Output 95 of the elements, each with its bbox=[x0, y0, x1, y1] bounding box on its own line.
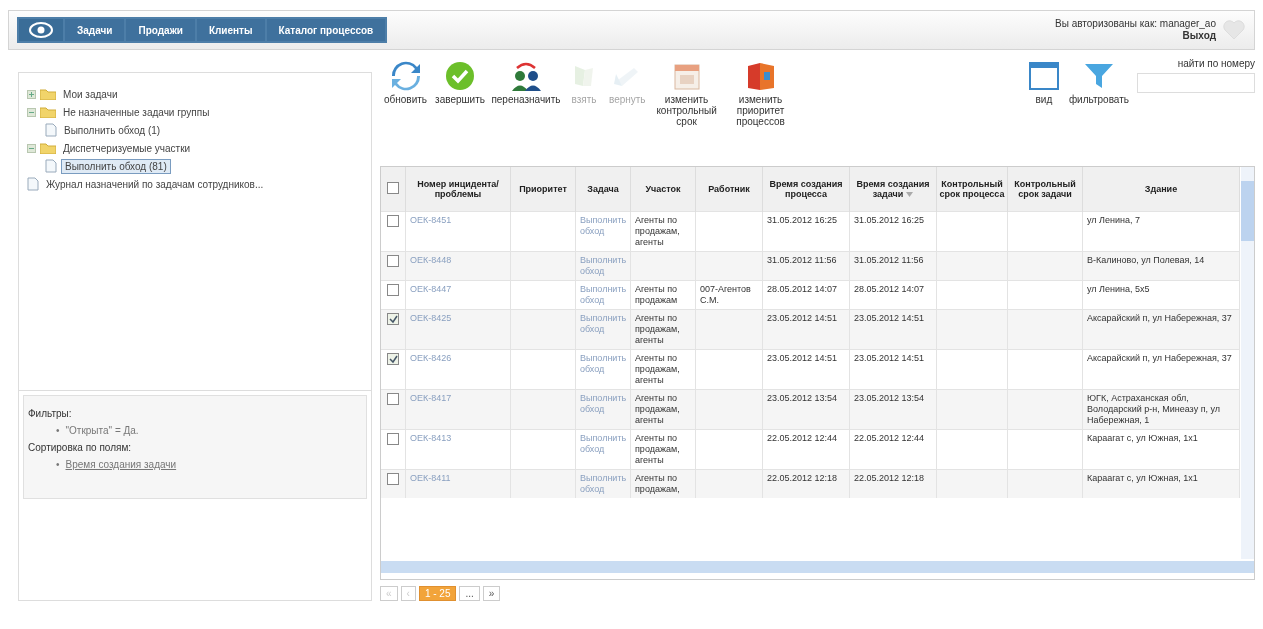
table-cell: Агенты по продажам, агенты bbox=[635, 313, 680, 345]
nav-tab[interactable]: Каталог процессов bbox=[266, 19, 386, 41]
table-cell: Агенты по продажам bbox=[635, 284, 678, 305]
document-icon bbox=[45, 159, 57, 173]
search-label: найти по номеру bbox=[1177, 58, 1255, 69]
window-icon bbox=[1026, 60, 1061, 92]
table-cell: 28.05.2012 14:07 bbox=[767, 284, 838, 294]
toolbar-button[interactable]: фильтровать bbox=[1064, 58, 1133, 107]
filters-title: Фильтры: bbox=[28, 408, 73, 419]
tree-item[interactable]: Выполнить обход (1) bbox=[61, 123, 164, 137]
toolbar-button[interactable]: изменить приоритет процессов bbox=[723, 58, 798, 129]
tree-item[interactable]: Не назначенные задачи группы bbox=[60, 105, 213, 119]
column-header[interactable]: Номер инцидента/проблемы bbox=[405, 167, 511, 212]
folder-icon bbox=[40, 106, 56, 118]
table-cell: ул Ленина, 5х5 bbox=[1087, 284, 1150, 294]
tree-item[interactable]: Выполнить обход (81) bbox=[61, 158, 171, 174]
sort-arrow-icon bbox=[906, 192, 914, 197]
document-icon bbox=[27, 177, 39, 191]
table-cell: Агенты по продажам, агенты bbox=[635, 215, 680, 247]
page-button[interactable]: » bbox=[482, 586, 501, 601]
column-header[interactable]: Время создания задачи bbox=[849, 167, 937, 212]
column-header[interactable]: Контрольный срок задачи bbox=[1007, 167, 1083, 212]
horizontal-scrollbar[interactable] bbox=[381, 561, 1254, 573]
tree-item[interactable]: Журнал назначений по задачам сотрудников... bbox=[43, 177, 267, 191]
table-cell: 31.05.2012 11:56 bbox=[767, 255, 837, 265]
table-cell: 23.05.2012 14:51 bbox=[854, 313, 925, 323]
table-cell: 22.05.2012 12:44 bbox=[854, 433, 925, 443]
row-checkbox[interactable] bbox=[387, 353, 399, 365]
sort-title: Сортировка по полям: bbox=[28, 442, 133, 453]
nav-tab[interactable]: Продажи bbox=[126, 19, 195, 41]
table-cell: Аксарайский п, ул Набережная, 37 bbox=[1087, 353, 1232, 363]
bullet: • bbox=[56, 459, 60, 470]
column-header[interactable]: Задача bbox=[575, 167, 631, 212]
table-cell: ЮГК, Астраханская обл, Володарский р-н, Минеазу п, ул Набережная, 1 bbox=[1087, 393, 1221, 425]
table-cell: 22.05.2012 12:44 bbox=[767, 433, 838, 443]
column-header[interactable]: Здание bbox=[1082, 167, 1240, 212]
row-checkbox[interactable] bbox=[387, 215, 399, 227]
table-cell: 23.05.2012 13:54 bbox=[854, 393, 925, 403]
row-checkbox[interactable] bbox=[387, 313, 399, 325]
toolbar-button[interactable]: обновить bbox=[380, 58, 432, 107]
table-cell: 22.05.2012 12:18 bbox=[767, 473, 838, 483]
column-header[interactable]: Контрольный срок процесса bbox=[936, 167, 1008, 212]
logout-link[interactable]: Выход bbox=[1182, 30, 1216, 42]
document-icon bbox=[45, 123, 57, 137]
filter-item: "Открыта" = Да. bbox=[65, 425, 139, 436]
tree-item[interactable]: Диспетчеризуемые участки bbox=[60, 141, 194, 155]
column-header[interactable]: Участок bbox=[630, 167, 696, 212]
table-cell: Караагат с, ул Южная, 1х1 bbox=[1087, 433, 1198, 443]
row-checkbox[interactable] bbox=[387, 284, 399, 296]
toolbar-button[interactable]: переназначить bbox=[488, 58, 563, 107]
select-all-checkbox[interactable] bbox=[387, 182, 399, 194]
table-cell: 31.05.2012 16:25 bbox=[767, 215, 838, 225]
page-button[interactable]: ... bbox=[459, 586, 480, 601]
table-cell: Агенты по продажам, агенты bbox=[635, 353, 680, 385]
row-checkbox[interactable] bbox=[387, 393, 399, 405]
row-checkbox[interactable] bbox=[387, 433, 399, 445]
expander-icon[interactable] bbox=[27, 107, 36, 117]
toolbar-button[interactable]: вид bbox=[1022, 58, 1065, 107]
nav-tab[interactable]: Задачи bbox=[65, 19, 125, 41]
table-cell: 23.05.2012 14:51 bbox=[767, 313, 838, 323]
folder-icon bbox=[40, 88, 56, 100]
table-cell: В-Калиново, ул Полевая, 14 bbox=[1087, 255, 1205, 265]
table-cell: 23.05.2012 13:54 bbox=[767, 393, 838, 403]
table-cell: 23.05.2012 14:51 bbox=[767, 353, 838, 363]
nav-tab[interactable]: Клиенты bbox=[196, 19, 265, 41]
expander-icon[interactable] bbox=[27, 143, 36, 153]
tree-item[interactable]: Мои задачи bbox=[60, 87, 121, 101]
table-cell: Агенты по продажам, bbox=[635, 473, 680, 494]
column-header[interactable]: Время создания процесса bbox=[762, 167, 850, 212]
column-header[interactable]: Приоритет bbox=[510, 167, 576, 212]
folder-icon bbox=[40, 142, 56, 154]
expander-icon[interactable] bbox=[27, 89, 36, 99]
table-cell: Караагат с, ул Южная, 1х1 bbox=[1087, 473, 1198, 483]
search-field[interactable] bbox=[1137, 73, 1255, 93]
sort-field-link[interactable]: Время создания задачи bbox=[65, 459, 177, 470]
row-checkbox[interactable] bbox=[387, 473, 399, 485]
toolbar-button[interactable]: изменить контрольный срок bbox=[649, 58, 724, 129]
table-cell: Агенты по продажам, агенты bbox=[635, 393, 680, 425]
table-cell: 31.05.2012 11:56 bbox=[854, 255, 924, 265]
row-checkbox[interactable] bbox=[387, 255, 399, 267]
table-cell: 31.05.2012 16:25 bbox=[854, 215, 925, 225]
logo-icon[interactable] bbox=[19, 19, 63, 41]
table-cell: 23.05.2012 14:51 bbox=[854, 353, 925, 363]
vertical-scrollbar[interactable] bbox=[1241, 167, 1254, 559]
column-header[interactable]: Работник bbox=[695, 167, 763, 212]
table-cell: 28.05.2012 14:07 bbox=[854, 284, 925, 294]
table-cell: Агенты по продажам, агенты bbox=[635, 433, 680, 465]
toolbar-button[interactable]: завершить bbox=[431, 58, 489, 107]
checkmark-icon bbox=[443, 60, 477, 92]
table-cell: ул Ленина, 7 bbox=[1087, 215, 1140, 225]
table-cell: 007-Агентов С.М. bbox=[700, 284, 751, 305]
user-info: Вы авторизованы как: manager_ao bbox=[1055, 18, 1216, 30]
bullet: • bbox=[56, 425, 60, 436]
table-cell: 22.05.2012 12:18 bbox=[854, 473, 925, 483]
table-cell: Аксарайский п, ул Набережная, 37 bbox=[1087, 313, 1232, 323]
